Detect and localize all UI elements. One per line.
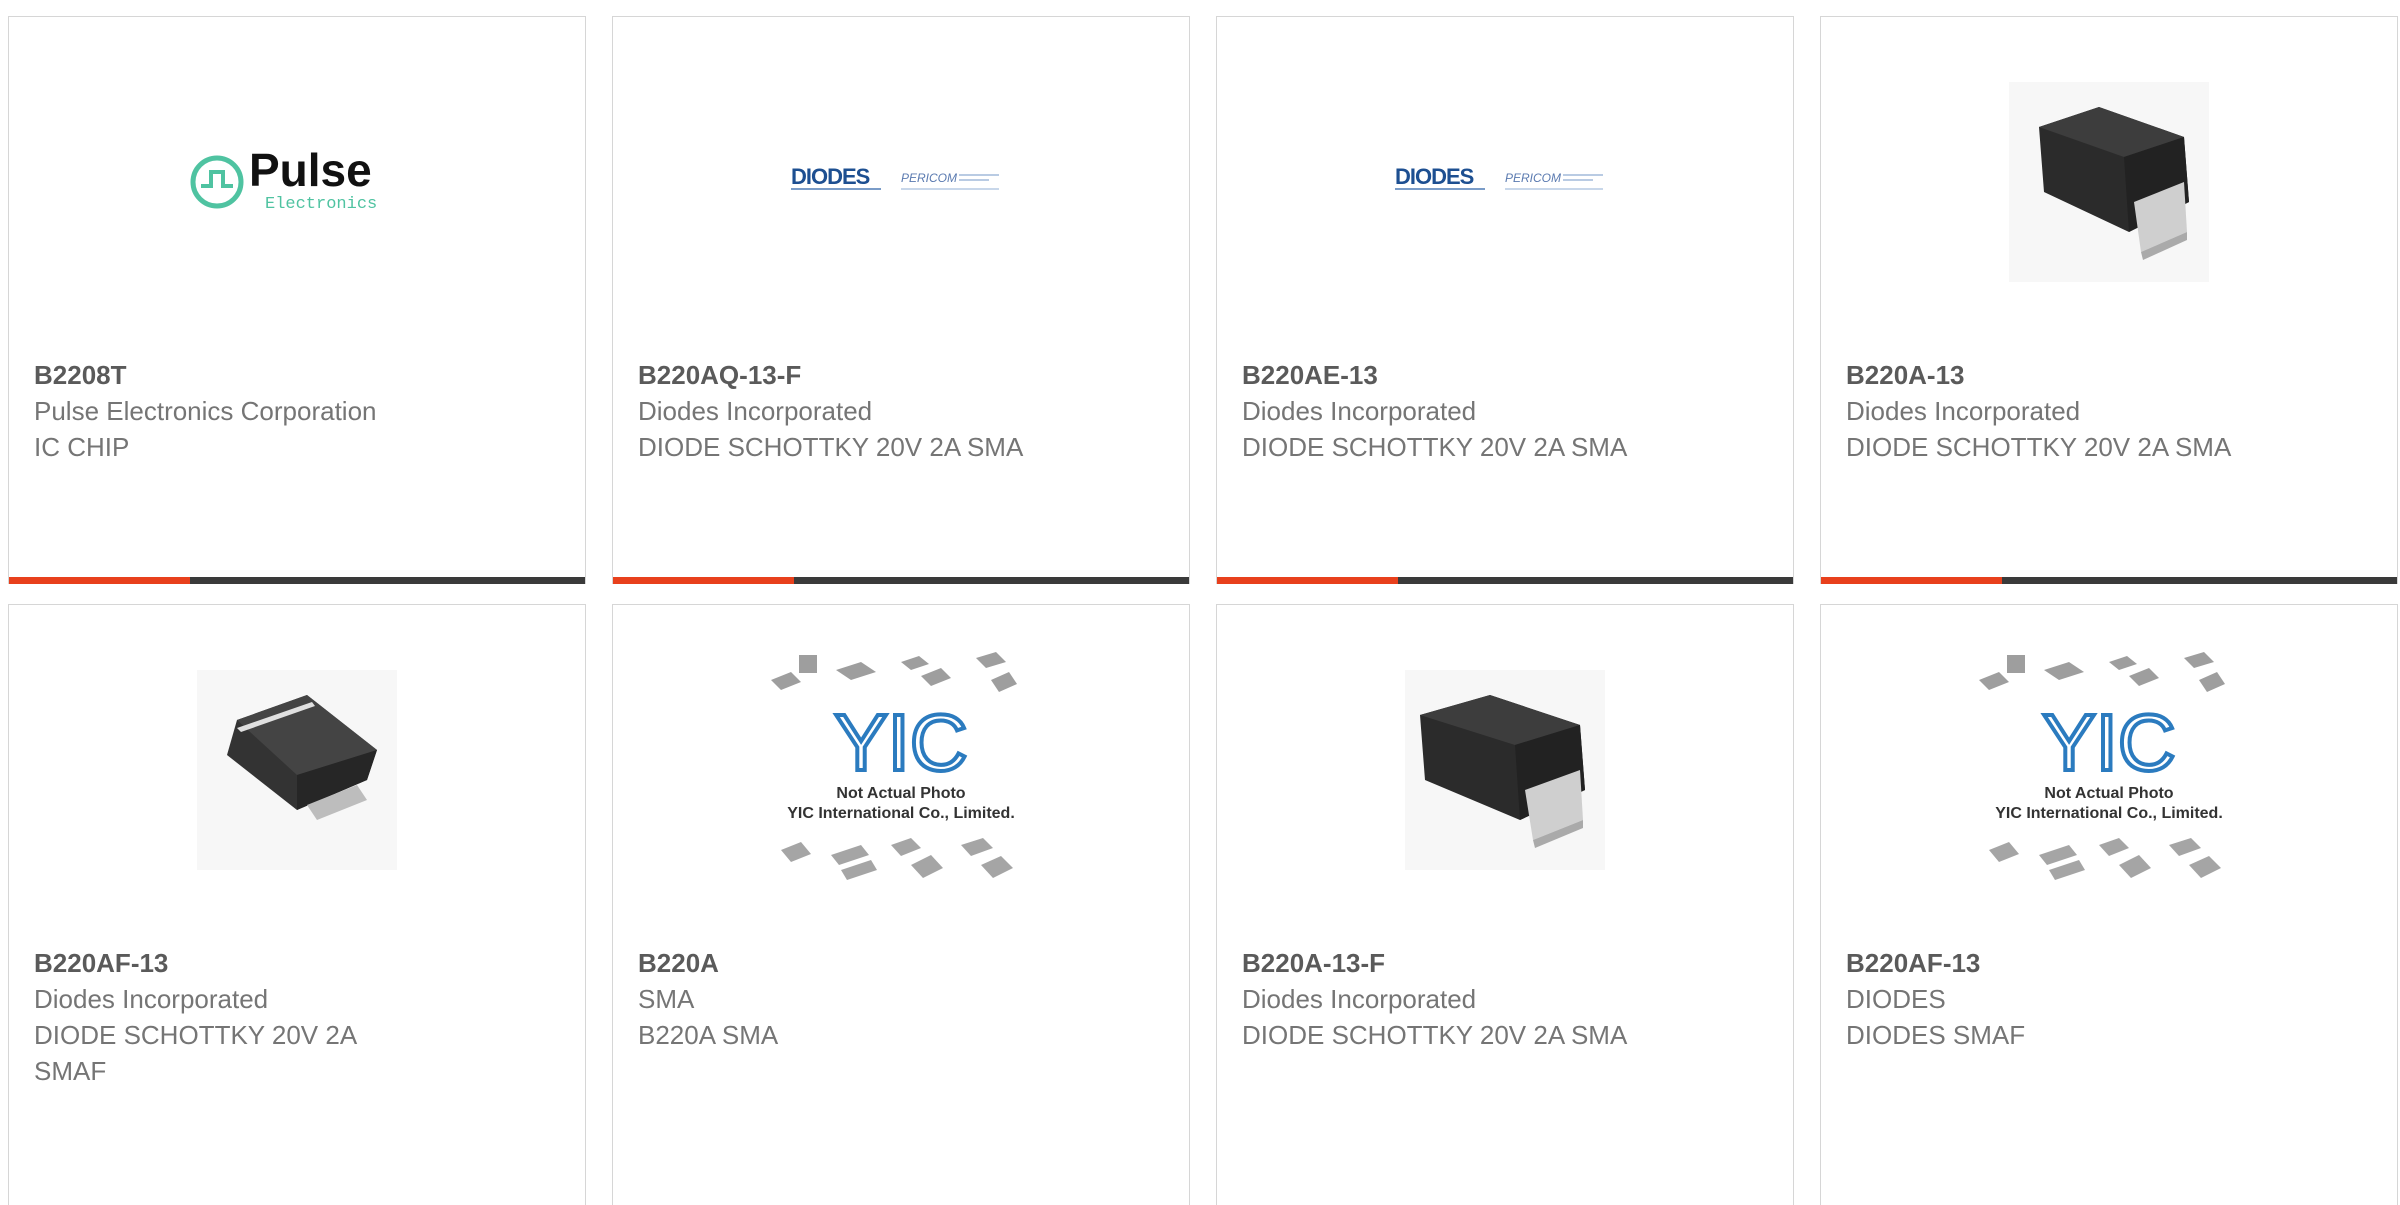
product-card[interactable]: Pulse Electronics B2208T Pulse Electroni… (8, 16, 586, 584)
description: B220A SMA (638, 1020, 779, 1050)
product-image[interactable] (9, 645, 585, 895)
manufacturer: Diodes Incorporated (34, 984, 269, 1014)
svg-text:DIODES: DIODES (791, 164, 870, 189)
diodes-logo-icon: DIODES PERICOM (791, 164, 999, 190)
svg-text:Pulse: Pulse (249, 144, 372, 196)
svg-text:Not Actual Photo: Not Actual Photo (2044, 785, 2173, 802)
svg-text:YIC International Co., Limited: YIC International Co., Limited. (1995, 805, 2223, 822)
yic-placeholder-icon: YIC Not Actual Photo YIC International C… (1979, 652, 2225, 880)
product-card[interactable]: YIC Not Actual Photo YIC International C… (612, 604, 1190, 1205)
svg-text:PERICOM: PERICOM (1505, 171, 1561, 185)
card-footer-bar (1821, 577, 2397, 584)
pulse-logo-icon: Pulse Electronics (190, 144, 377, 214)
product-card[interactable]: DIODES PERICOM B220AE-13 Diodes Incorpor… (1216, 16, 1794, 584)
manufacturer: Diodes Incorporated (1242, 984, 1477, 1014)
product-image[interactable] (1217, 645, 1793, 895)
product-card[interactable]: B220AF-13 Diodes Incorporated DIODE SCHO… (8, 604, 586, 1205)
manufacturer: Pulse Electronics Corporation (34, 396, 377, 426)
product-image[interactable]: DIODES PERICOM (613, 57, 1189, 307)
manufacturer: DIODES (1846, 984, 1946, 1014)
description: DIODE SCHOTTKY 20V 2A SMA (1846, 432, 2232, 462)
svg-text:Electronics: Electronics (265, 195, 377, 214)
part-number[interactable]: B220A-13-F (1242, 945, 1773, 981)
part-number[interactable]: B220A-13 (1846, 357, 2377, 393)
svg-text:YIC International Co., Limited: YIC International Co., Limited. (787, 805, 1015, 822)
part-number[interactable]: B220AF-13 (34, 945, 565, 981)
product-card[interactable]: YIC Not Actual Photo YIC International C… (1820, 604, 2398, 1205)
sma-package-icon (2009, 82, 2209, 282)
diodes-logo-icon: DIODES PERICOM (1395, 164, 1603, 190)
yic-placeholder-icon: YIC Not Actual Photo YIC International C… (771, 652, 1017, 880)
smaf-package-icon (197, 670, 397, 870)
part-number[interactable]: B220AE-13 (1242, 357, 1773, 393)
product-card[interactable]: B220A-13-F Diodes Incorporated DIODE SCH… (1216, 604, 1794, 1205)
description: DIODES SMAF (1846, 1020, 2026, 1050)
card-footer-bar (9, 577, 585, 584)
svg-text:DIODES: DIODES (1395, 164, 1474, 189)
product-image[interactable]: YIC Not Actual Photo YIC International C… (1821, 645, 2397, 895)
sma-package-icon (1405, 670, 1605, 870)
product-card[interactable]: DIODES PERICOM B220AQ-13-F Diodes Incorp… (612, 16, 1190, 584)
svg-text:PERICOM: PERICOM (901, 171, 957, 185)
part-number[interactable]: B220AF-13 (1846, 945, 2377, 981)
svg-text:YIC: YIC (834, 698, 967, 787)
card-footer-bar (1217, 577, 1793, 584)
description: DIODE SCHOTTKY 20V 2A SMAF (34, 1020, 356, 1086)
description: IC CHIP (34, 432, 130, 462)
manufacturer: Diodes Incorporated (1846, 396, 2081, 426)
part-number[interactable]: B2208T (34, 357, 565, 393)
product-image[interactable] (1821, 57, 2397, 307)
description: DIODE SCHOTTKY 20V 2A SMA (1242, 432, 1628, 462)
product-image[interactable]: DIODES PERICOM (1217, 57, 1793, 307)
product-image[interactable]: Pulse Electronics (9, 57, 585, 307)
part-number[interactable]: B220A (638, 945, 1169, 981)
product-image[interactable]: YIC Not Actual Photo YIC International C… (613, 645, 1189, 895)
svg-text:Not Actual Photo: Not Actual Photo (836, 785, 965, 802)
description: DIODE SCHOTTKY 20V 2A SMA (1242, 1020, 1628, 1050)
card-footer-bar (613, 577, 1189, 584)
manufacturer: SMA (638, 984, 695, 1014)
manufacturer: Diodes Incorporated (638, 396, 873, 426)
product-grid: Pulse Electronics B2208T Pulse Electroni… (8, 16, 2398, 1205)
manufacturer: Diodes Incorporated (1242, 396, 1477, 426)
description: DIODE SCHOTTKY 20V 2A SMA (638, 432, 1024, 462)
part-number[interactable]: B220AQ-13-F (638, 357, 1169, 393)
product-card[interactable]: B220A-13 Diodes Incorporated DIODE SCHOT… (1820, 16, 2398, 584)
svg-text:YIC: YIC (2042, 698, 2175, 787)
